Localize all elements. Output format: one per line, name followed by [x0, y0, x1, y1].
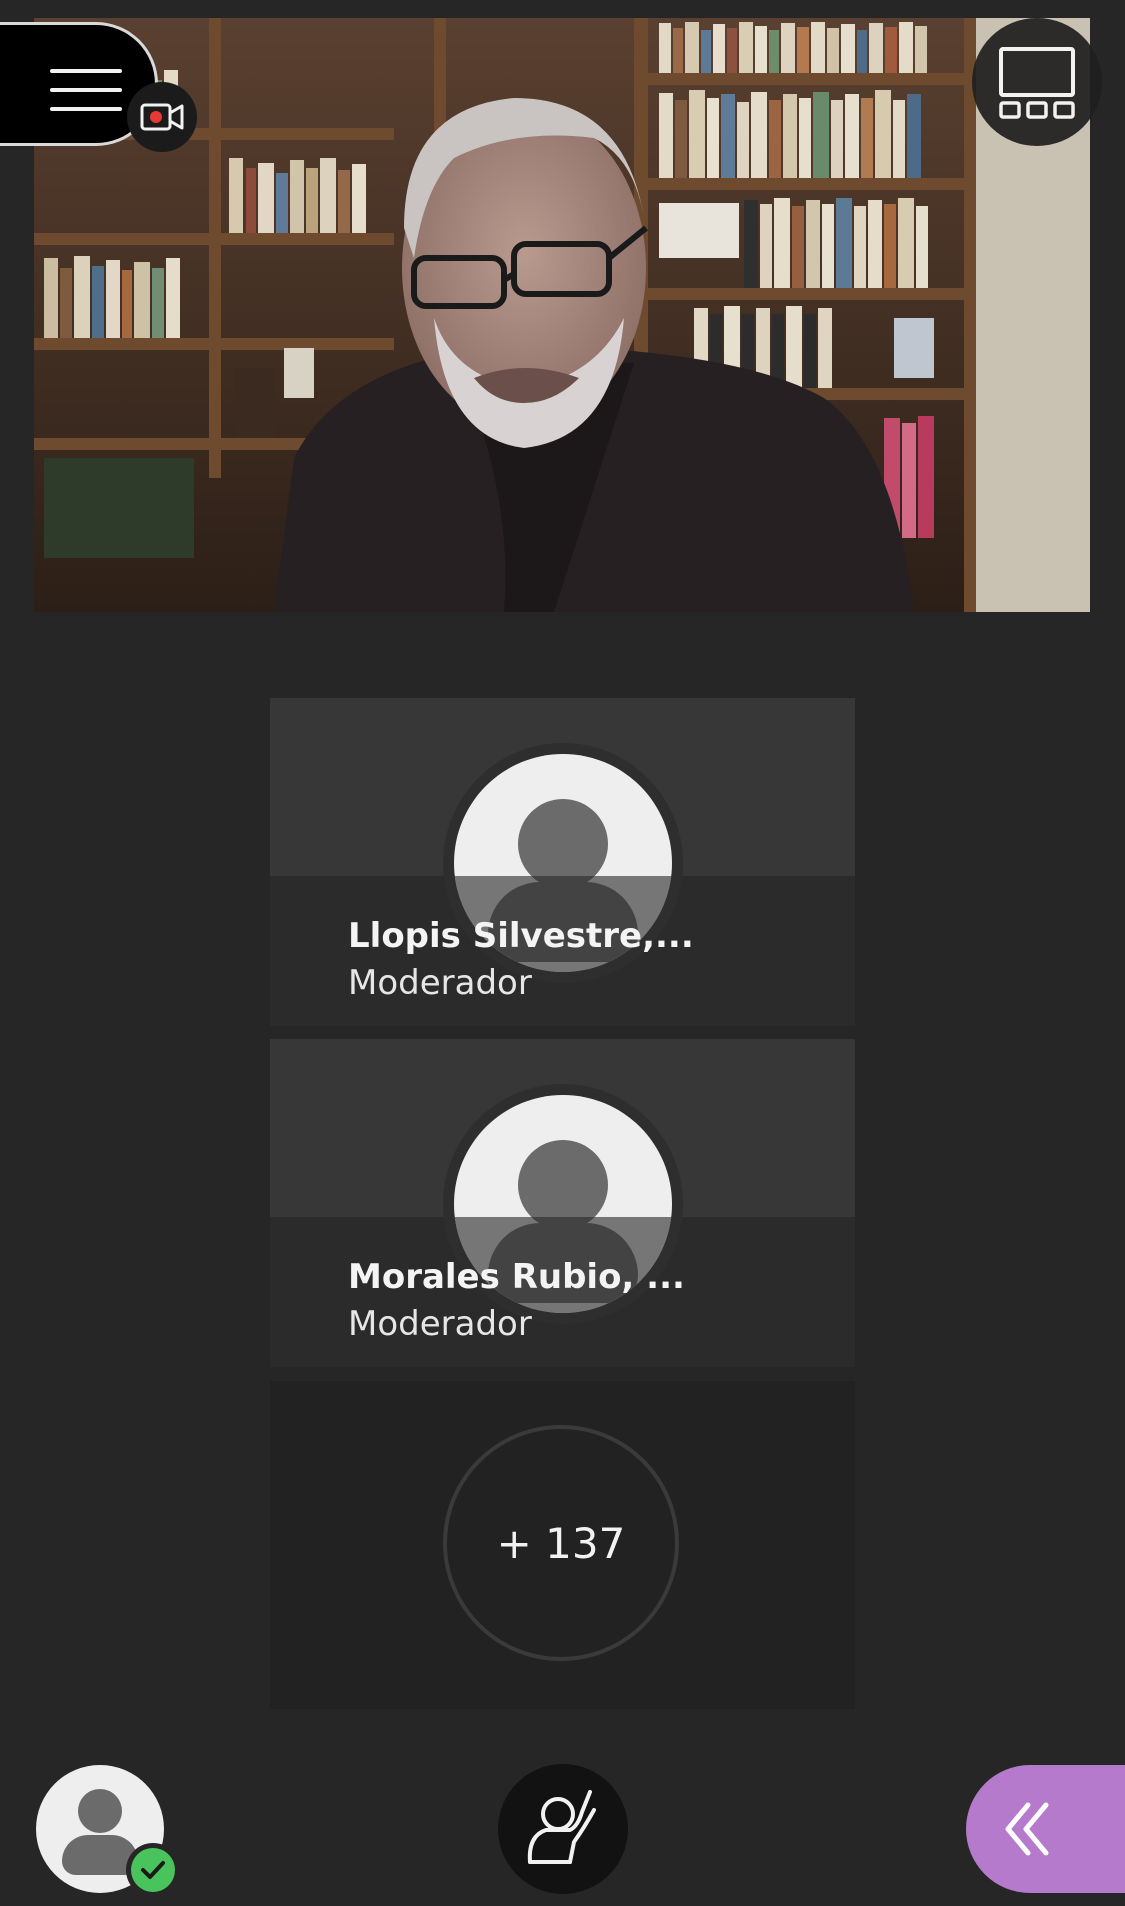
- more-participants-count: + 137: [496, 1519, 626, 1568]
- grid-layout-icon: [999, 47, 1075, 119]
- participant-role: Moderador: [348, 1304, 532, 1344]
- participant-name: Llopis Silvestre,...: [348, 916, 694, 956]
- participant-tile[interactable]: Morales Rubio, ... Moderador: [270, 1039, 855, 1367]
- raise-hand-icon: [527, 1790, 596, 1864]
- collaborate-panel-toggle[interactable]: [966, 1765, 1125, 1893]
- participant-role: Moderador: [348, 963, 532, 1003]
- double-chevron-left-icon: [1005, 1802, 1049, 1856]
- collaborate-session-screen: Llopis Silvestre,... Moderador Morales R…: [0, 0, 1125, 1906]
- layout-toggle-button[interactable]: [972, 18, 1102, 146]
- more-participants-ring: + 137: [443, 1425, 679, 1661]
- status-badge: [126, 1843, 180, 1897]
- avatar-icon: [78, 1789, 122, 1833]
- more-participants-tile[interactable]: + 137: [270, 1381, 855, 1709]
- participant-tile[interactable]: Llopis Silvestre,... Moderador: [270, 698, 855, 1026]
- participant-name: Morales Rubio, ...: [348, 1257, 685, 1297]
- hamburger-icon: [50, 69, 122, 126]
- raise-hand-button[interactable]: [498, 1764, 628, 1894]
- check-icon: [141, 1861, 165, 1879]
- camera-recording-icon[interactable]: [127, 82, 197, 152]
